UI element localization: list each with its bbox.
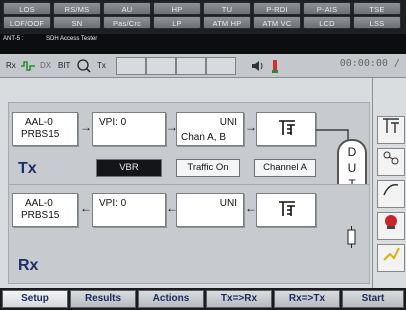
title-strip: ANT-5 : SDH Access Tester xyxy=(0,34,406,54)
led-tse: TSE xyxy=(353,2,401,15)
tx-uni-box[interactable]: UNI Chan A, B xyxy=(176,112,244,146)
led-lof-oof: LOF/OOF xyxy=(3,16,51,29)
led-rs-ms: RS/MS xyxy=(53,2,101,15)
led-tu: TU xyxy=(203,2,251,15)
toolbar: Rx DX BIT Tx 00:00:00 / 7 xyxy=(0,54,406,78)
app-title: SDH Access Tester xyxy=(46,36,98,42)
probe-icon[interactable] xyxy=(377,244,405,272)
tab-actions[interactable]: Actions xyxy=(138,290,204,308)
tx-arrow-1: → xyxy=(80,120,92,134)
led-hp: HP xyxy=(153,2,201,15)
search-icon[interactable] xyxy=(76,58,92,74)
rx-vpi-box[interactable]: VPI: 0 xyxy=(92,193,166,227)
rx-aal-type: AAL-0 xyxy=(25,198,53,209)
bottom-tab-bar: Setup Results Actions Tx=>Rx Rx=>Tx Star… xyxy=(0,288,406,310)
toolbar-slot-1[interactable] xyxy=(116,57,146,75)
led-atm-hp: ATM HP xyxy=(203,16,251,29)
led-p-rdi: P-RDI xyxy=(253,2,301,15)
termination-icon xyxy=(347,226,356,248)
bit-label: BIT xyxy=(58,61,71,70)
tx-label: Tx xyxy=(97,61,106,70)
app-title-prefix: ANT-5 : xyxy=(3,36,24,42)
speaker-icon[interactable] xyxy=(250,58,266,74)
tab-tx-to-rx[interactable]: Tx=>Rx xyxy=(206,290,272,308)
rx-aal-box[interactable]: AAL-0 PRBS15 xyxy=(12,193,78,227)
tx-vpi-box[interactable]: VPI: 0 xyxy=(92,112,166,146)
rx-uni: UNI xyxy=(219,198,237,209)
dx-label: DX xyxy=(40,61,52,70)
rx-link-icon[interactable] xyxy=(20,58,36,74)
rx-section-label: Rx xyxy=(18,257,39,274)
tx-uni: UNI xyxy=(219,117,237,128)
tx-vpi: VPI: 0 xyxy=(99,117,127,128)
led-pas-crc: Pas/Crc xyxy=(103,16,151,29)
tab-rx-to-tx[interactable]: Rx=>Tx xyxy=(274,290,340,308)
tree-graph-icon xyxy=(277,200,297,223)
tx-channels: Chan A, B xyxy=(181,132,227,143)
tree-config-icon[interactable] xyxy=(377,116,405,144)
led-los: LOS xyxy=(3,2,51,15)
toolbar-slot-2[interactable] xyxy=(146,57,176,75)
elapsed-timer: 00:00:00 / 7 xyxy=(339,58,406,69)
rx-uni-box[interactable]: UNI xyxy=(176,193,244,227)
tx-aal-pattern: PRBS15 xyxy=(21,129,60,140)
dut-letter-u: U xyxy=(347,161,357,175)
rx-arrow-1: ← xyxy=(80,201,92,215)
led-sn: SN xyxy=(53,16,101,29)
toolbar-slot-3[interactable] xyxy=(176,57,206,75)
alarm-flag-icon[interactable] xyxy=(268,58,282,74)
alarm-led-panel: LOS RS/MS AU HP TU P-RDI P-AIS TSE LOF/O… xyxy=(0,0,406,34)
led-atm-vc: ATM VC xyxy=(253,16,301,29)
led-p-ais: P-AIS xyxy=(303,2,351,15)
alarm-icon[interactable] xyxy=(377,212,405,240)
tx-aal-box[interactable]: AAL-0 PRBS15 xyxy=(12,112,78,146)
led-lss: LSS xyxy=(353,16,401,29)
toolbar-slot-4[interactable] xyxy=(206,57,236,75)
tab-results[interactable]: Results xyxy=(70,290,136,308)
tx-section-label: Tx xyxy=(18,160,37,177)
vbr-mode-button[interactable]: VBR xyxy=(96,159,162,177)
tab-start[interactable]: Start xyxy=(342,290,404,308)
led-lp: LP xyxy=(153,16,201,29)
right-icon-strip xyxy=(372,78,406,288)
traffic-on-button[interactable]: Traffic On xyxy=(176,159,240,177)
rx-vpi: VPI: 0 xyxy=(99,198,127,209)
tx-aal-type: AAL-0 xyxy=(25,117,53,128)
channel-a-button[interactable]: Channel A xyxy=(254,159,316,177)
dut-letter-d: D xyxy=(347,145,357,159)
rx-tree-box[interactable] xyxy=(256,193,316,227)
led-lcd: LCD xyxy=(303,16,351,29)
led-au: AU xyxy=(103,2,151,15)
rx-label: Rx xyxy=(6,61,16,70)
rx-aal-pattern: PRBS15 xyxy=(21,210,60,221)
tx-tree-box[interactable] xyxy=(256,112,316,146)
cable-icon[interactable] xyxy=(377,180,405,208)
tree-graph-icon xyxy=(277,119,297,142)
network-icon[interactable] xyxy=(377,148,405,176)
tab-setup[interactable]: Setup xyxy=(2,290,68,308)
